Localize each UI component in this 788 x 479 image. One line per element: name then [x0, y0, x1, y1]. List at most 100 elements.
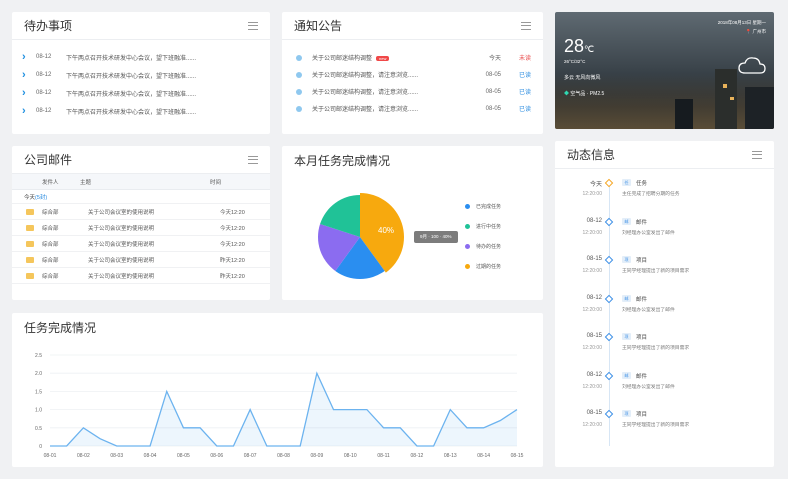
mail-row[interactable]: 综合部 关于公司会议室的使用说明 今天12:20 — [12, 236, 270, 252]
mail-subject: 关于公司会议室的使用说明 — [88, 241, 155, 248]
notice-item[interactable]: 关于公司邮迷结构调整，请注意浏览...... 08-05 已读 — [282, 100, 543, 117]
activity-item[interactable]: 08-15 12:20:00 项 项目 王同学经理提出了新的项目需求 — [555, 408, 774, 446]
todo-date: 08-12 — [36, 108, 52, 114]
todo-item[interactable]: › 08-12 下午两点召开技术研发中心会议，望下班融准...... — [12, 84, 270, 102]
mail-sender: 综合部 — [42, 257, 59, 264]
activity-day: 08-12 — [586, 217, 602, 224]
x-tick-label: 08-06 — [210, 453, 223, 459]
line-chart[interactable]: 2.5 2.0 1.5 1.0 0.5 008-01 08-02 08-03 08-04 08-0… — [12, 341, 543, 467]
menu-icon[interactable] — [248, 21, 258, 30]
building — [745, 87, 774, 129]
activity-time: 12:20:00 — [582, 383, 602, 390]
notice-item[interactable]: 关于公司邮迷结构调整 new 今天 未读 — [282, 49, 543, 66]
folder-icon — [26, 256, 34, 263]
folder-icon — [26, 240, 34, 247]
x-tick-label: 08-12 — [411, 453, 424, 459]
activity-item[interactable]: 08-15 12:20:00 项 项目 王同学经理提出了新的项目需求 — [555, 331, 774, 369]
notice-item[interactable]: 关于公司邮迷结构调整，请注意浏览...... 08-05 已读 — [282, 83, 543, 100]
activity-item[interactable]: 08-15 12:20:00 项 项目 王同学经理提出了新的项目需求 — [555, 254, 774, 292]
activity-type-icon: 任 — [622, 179, 631, 186]
mail-row[interactable]: 综合部 关于公司会议室的使用说明 今天12:20 — [12, 220, 270, 236]
column-header[interactable]: 时间 — [210, 178, 221, 186]
x-tick-label: 08-14 — [477, 453, 490, 459]
building-light — [723, 84, 727, 88]
todo-text: 下午两点召开技术研发中心会议，望下班融准...... — [66, 73, 197, 80]
activity-type-icon: 邮 — [622, 371, 631, 379]
mail-row[interactable]: 综合部 关于公司会议室的使用说明 今天12:20 — [12, 204, 270, 220]
notice-date: 今天 — [488, 56, 501, 62]
timeline-node-icon — [604, 217, 614, 226]
column-header[interactable]: 发件人 — [12, 178, 80, 186]
bullet-icon — [296, 71, 302, 78]
todo-text: 下午两点召开技术研发中心会议，望下班融准...... — [66, 55, 197, 62]
legend-item[interactable]: 待办的任务 — [465, 236, 501, 256]
activity-time: 12:20:00 — [582, 229, 602, 236]
menu-icon[interactable] — [248, 155, 258, 164]
building — [675, 99, 693, 129]
legend-item[interactable]: 已完成任务 — [465, 196, 501, 216]
x-tick-label: 08-15 — [511, 453, 524, 459]
mail-subject: 关于公司会议室的使用说明 — [88, 225, 155, 232]
todo-item[interactable]: › 08-12 下午两点召开技术研发中心会议，望下班融准...... — [12, 102, 270, 120]
notice-text: 关于公司邮迷结构调整，请注意浏览...... — [312, 107, 419, 113]
activity-title: 动态信息 — [567, 148, 616, 162]
menu-icon[interactable] — [521, 21, 531, 30]
y-tick-label: 2.0 — [35, 371, 42, 377]
mail-sender: 综合部 — [42, 273, 59, 280]
x-tick-label: 08-07 — [244, 453, 257, 459]
legend-item[interactable]: 进行中任务 — [465, 216, 501, 236]
legend-item[interactable]: 过期的任务 — [465, 256, 501, 276]
timeline-node-icon — [604, 294, 614, 303]
mail-subject: 关于公司会议室的使用说明 — [88, 257, 155, 264]
activity-type: 项目 — [636, 258, 648, 264]
y-tick-label: 0 — [39, 444, 42, 450]
todo-card: 待办事项 › 08-12 下午两点召开技术研发中心会议，望下班融准...... › 0… — [12, 12, 270, 134]
weather-range: 26°C/32°C — [564, 59, 586, 64]
pie-center-label: 40% — [378, 226, 394, 235]
mail-card: 公司邮件 发件人 主题 时间 今天 (5封) 综合部 关于公司会议室的使用说明 今天1… — [12, 146, 270, 300]
timeline-node-icon — [604, 332, 614, 342]
x-tick-label: 08-09 — [310, 453, 323, 459]
weather-condition: 多云 无风向微风 — [564, 75, 601, 81]
mail-group-today: 今天 (5封) — [12, 190, 270, 204]
activity-type: 项目 — [636, 412, 648, 418]
mail-row[interactable]: 综合部 关于公司会议室的使用说明 昨天12:20 — [12, 268, 270, 284]
activity-item[interactable]: 08-12 12:20:00 邮 邮件 刘经理办公室发出了邮件 — [555, 370, 774, 408]
notice-item[interactable]: 关于公司邮迷结构调整，请注意浏览...... 08-05 已读 — [282, 66, 543, 83]
activity-type-icon: 项 — [622, 256, 631, 263]
x-tick-label: 08-10 — [344, 453, 357, 459]
todo-list: › 08-12 下午两点召开技术研发中心会议，望下班融准...... › 08-12 下… — [12, 40, 270, 120]
pie-tooltip: 9月 · 100 · 40% — [414, 231, 458, 243]
mail-title: 公司邮件 — [24, 153, 73, 167]
activity-desc: 刘经理办公室发出了邮件 — [622, 384, 675, 390]
mail-subject: 关于公司会议室的使用说明 — [88, 209, 155, 216]
column-header[interactable]: 主题 — [80, 178, 210, 186]
todo-item[interactable]: › 08-12 下午两点召开技术研发中心会议，望下班融准...... — [12, 66, 270, 84]
pie-chart[interactable]: 40% — [282, 174, 543, 300]
x-tick-label: 08-05 — [177, 453, 190, 459]
mail-sender: 综合部 — [42, 209, 59, 216]
weather-location: 📍 广州市 — [745, 29, 766, 34]
notice-text: 关于公司邮迷结构调整，请注意浏览...... — [312, 73, 419, 79]
activity-item[interactable]: 08-12 12:20:00 邮 邮件 刘经理办公室发出了邮件 — [555, 216, 774, 254]
mail-subject: 关于公司会议室的使用说明 — [88, 273, 155, 280]
folder-icon — [26, 208, 34, 215]
todo-date: 08-12 — [36, 72, 52, 78]
menu-icon[interactable] — [752, 150, 762, 159]
y-tick-label: 0.5 — [35, 426, 42, 432]
mail-time: 今天12:20 — [220, 209, 245, 216]
timeline-node-icon — [604, 255, 614, 265]
notice-header: 通知公告 — [282, 12, 543, 40]
weather-air: ◆ 空气品 · PM2.5 — [564, 91, 605, 97]
bullet-icon — [296, 54, 302, 61]
activity-item[interactable]: 08-12 12:20:00 邮 邮件 刘经理办公室发出了邮件 — [555, 293, 774, 331]
bullet-icon — [296, 105, 302, 112]
activity-time: 12:20:00 — [582, 345, 602, 351]
mail-row[interactable]: 综合部 关于公司会议室的使用说明 昨天12:20 — [12, 252, 270, 268]
activity-type: 任务 — [636, 181, 648, 187]
todo-item[interactable]: › 08-12 下午两点召开技术研发中心会议，望下班融准...... — [12, 48, 270, 66]
activity-item[interactable]: 今天 12:20:00 任 任务 主任完成了招聘分期的任务 — [555, 177, 774, 215]
notice-status: 已读 — [518, 107, 531, 113]
new-badge: new — [376, 56, 390, 61]
notice-title: 通知公告 — [294, 19, 343, 33]
